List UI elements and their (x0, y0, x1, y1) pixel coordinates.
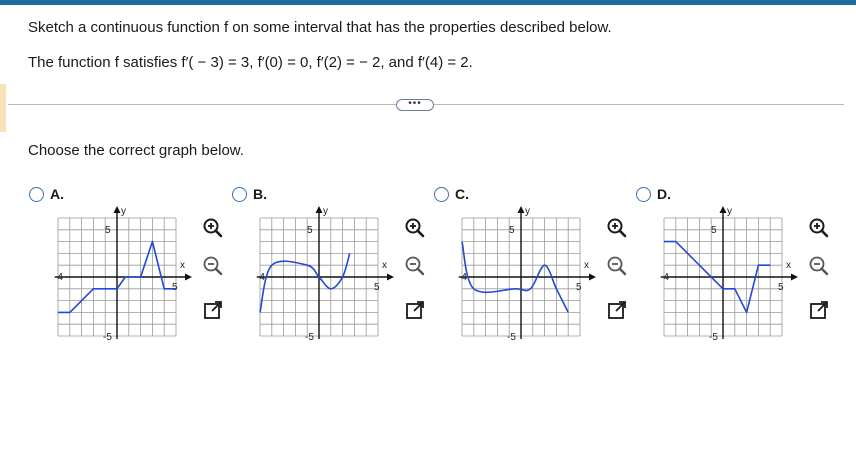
choice-prompt: Choose the correct graph below. (28, 142, 244, 159)
choice-a-graph: y x -4 5 5 -5 (54, 206, 192, 343)
choice-c-radio[interactable] (434, 186, 449, 202)
y-max-tick-label: 5 (509, 225, 515, 236)
y-axis-label: y (727, 206, 732, 217)
open-external-icon[interactable] (403, 298, 427, 322)
more-options-button[interactable]: ••• (396, 99, 434, 111)
choice-d[interactable]: D. (636, 186, 671, 202)
x-min-tick-label: -4 (660, 272, 669, 283)
y-max-tick-label: 5 (711, 225, 717, 236)
y-max-tick-label: 5 (105, 225, 111, 236)
choice-a-label: A. (50, 186, 64, 202)
y-min-tick-label: -5 (507, 332, 516, 343)
y-axis-arrow (719, 206, 727, 213)
x-axis-arrow (589, 273, 596, 281)
x-max-tick-label: 5 (374, 282, 380, 293)
y-axis-arrow (517, 206, 525, 213)
zoom-out-icon[interactable] (201, 254, 225, 278)
x-min-tick-label: -4 (54, 272, 63, 283)
x-axis-label: x (180, 260, 185, 271)
x-axis-arrow (185, 273, 192, 281)
x-axis-label: x (382, 260, 387, 271)
choice-b-graph: y x -4 5 5 -5 (256, 206, 394, 343)
x-min-tick-label: -4 (256, 272, 265, 283)
question-side-marker (0, 84, 6, 132)
x-axis-arrow (387, 273, 394, 281)
zoom-in-icon[interactable] (605, 216, 629, 240)
open-external-icon[interactable] (605, 298, 629, 322)
y-axis-label: y (121, 206, 126, 217)
y-axis-arrow (315, 206, 323, 213)
choice-c-label: C. (455, 186, 469, 202)
zoom-out-icon[interactable] (605, 254, 629, 278)
zoom-out-icon[interactable] (807, 254, 831, 278)
y-min-tick-label: -5 (709, 332, 718, 343)
zoom-out-icon[interactable] (403, 254, 427, 278)
function-curve (259, 253, 351, 313)
open-external-icon[interactable] (807, 298, 831, 322)
y-axis-label: y (525, 206, 530, 217)
zoom-in-icon[interactable] (403, 216, 427, 240)
choice-b-radio[interactable] (232, 186, 247, 202)
x-max-tick-label: 5 (576, 282, 582, 293)
question-instruction: Sketch a continuous function f on some i… (28, 19, 612, 36)
x-max-tick-label: 5 (778, 282, 784, 293)
top-accent-bar (0, 0, 856, 5)
x-min-tick-label: -4 (458, 272, 467, 283)
x-axis-arrow (791, 273, 798, 281)
choice-c-graph: y x -4 5 5 -5 (458, 206, 596, 343)
zoom-in-icon[interactable] (807, 216, 831, 240)
x-max-tick-label: 5 (172, 282, 178, 293)
x-axis-label: x (786, 260, 791, 271)
choice-b[interactable]: B. (232, 186, 267, 202)
choice-a-radio[interactable] (29, 186, 44, 202)
question-conditions: The function f satisfies f′( − 3) = 3, f… (28, 54, 473, 71)
x-axis-label: x (584, 260, 589, 271)
y-axis-label: y (323, 206, 328, 217)
choice-c[interactable]: C. (434, 186, 469, 202)
y-max-tick-label: 5 (307, 225, 313, 236)
y-axis-arrow (113, 206, 121, 213)
y-min-tick-label: -5 (305, 332, 314, 343)
choice-d-radio[interactable] (636, 186, 651, 202)
choice-a[interactable]: A. (29, 186, 64, 202)
choice-d-graph: y x -4 5 5 -5 (660, 206, 798, 343)
zoom-in-icon[interactable] (201, 216, 225, 240)
choice-d-label: D. (657, 186, 671, 202)
open-external-icon[interactable] (201, 298, 225, 322)
y-min-tick-label: -5 (103, 332, 112, 343)
choice-b-label: B. (253, 186, 267, 202)
